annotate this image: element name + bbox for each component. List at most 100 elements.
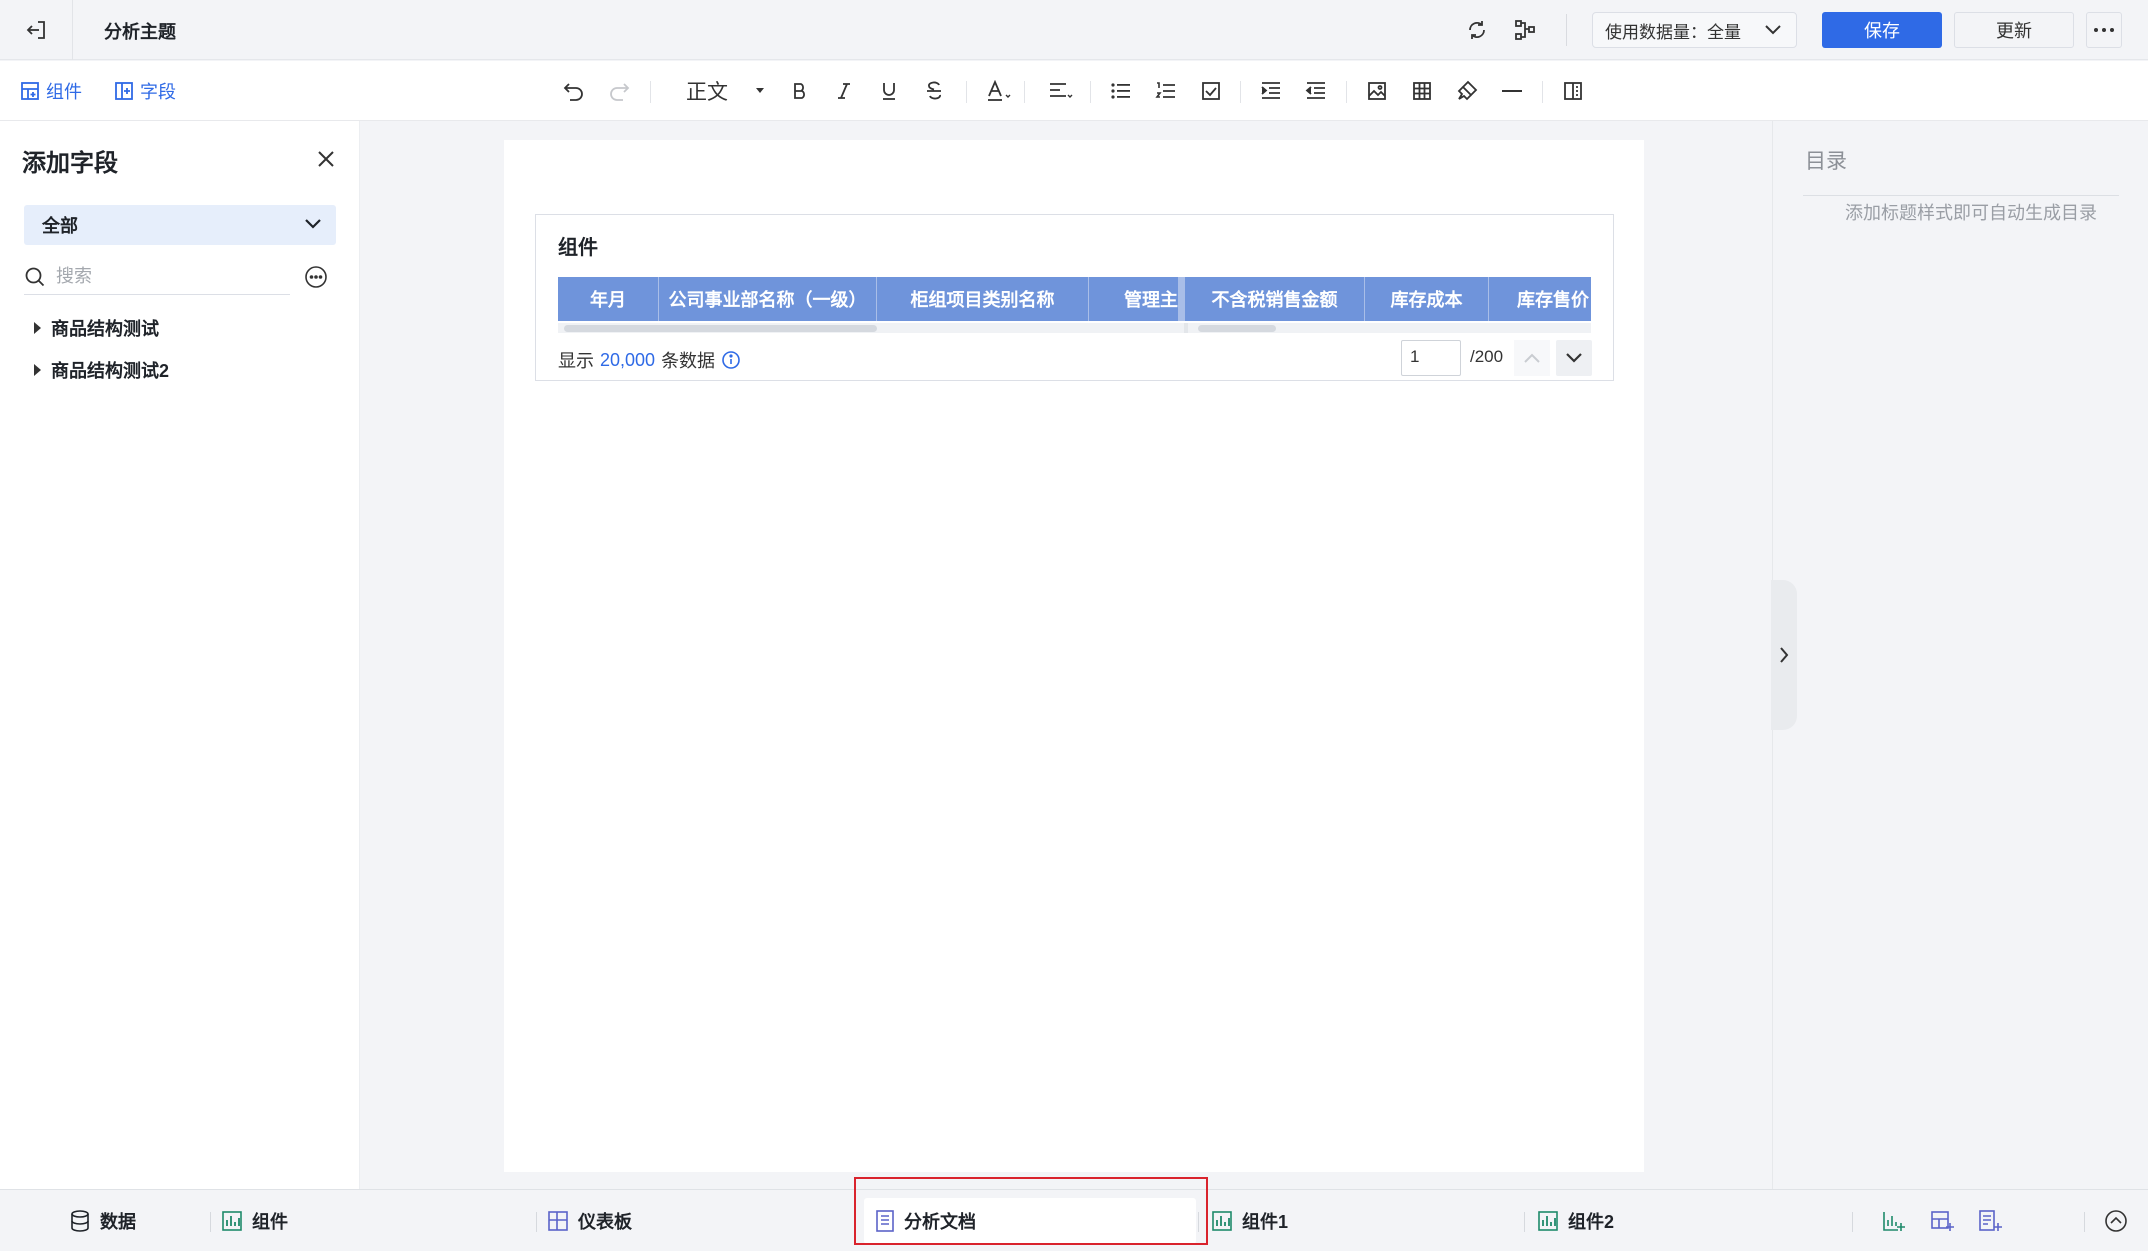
- page-break-button[interactable]: [1556, 75, 1590, 107]
- numbered-list-button[interactable]: [1149, 75, 1183, 107]
- column-header[interactable]: 柜组项目类别名称: [877, 277, 1089, 321]
- checklist-button[interactable]: [1194, 75, 1228, 107]
- tab-component1[interactable]: 组件1: [1212, 1190, 1288, 1251]
- tree-item-label: 商品结构测试: [51, 319, 159, 339]
- tree-item[interactable]: 商品结构测试: [34, 313, 159, 343]
- tree-item[interactable]: 商品结构测试2: [34, 355, 169, 385]
- table-icon: [1413, 82, 1431, 100]
- caret-down-icon: [756, 88, 764, 93]
- tab-component2[interactable]: 组件2: [1538, 1190, 1614, 1251]
- tab-component1-label: 组件1: [1242, 1212, 1289, 1232]
- table-widget[interactable]: 组件 年月 公司事业部名称（一级） 柜组项目类别名称 管理主 不含税销售金额 库…: [535, 214, 1614, 381]
- bold-button[interactable]: [783, 75, 817, 107]
- toc-title: 目录: [1805, 150, 1847, 173]
- component-icon: [21, 82, 39, 100]
- add-document-button[interactable]: [1974, 1206, 2006, 1236]
- chevron-down-icon: [1765, 25, 1781, 35]
- tab-data-label: 数据: [100, 1212, 136, 1232]
- scrollbar-thumb[interactable]: [564, 325, 877, 332]
- column-header[interactable]: 管理主: [1089, 277, 1179, 321]
- undo-button[interactable]: [557, 75, 591, 107]
- redo-button[interactable]: [602, 75, 636, 107]
- column-header[interactable]: 公司事业部名称（一级）: [659, 277, 877, 321]
- refresh-button[interactable]: [1460, 14, 1494, 46]
- outdent-button[interactable]: [1299, 75, 1333, 107]
- row-count-suffix: 条数据: [661, 351, 716, 371]
- format-painter-icon: [1457, 80, 1478, 101]
- dataset-filter-value: 全部: [42, 216, 78, 236]
- column-header[interactable]: 库存售价: [1489, 277, 1591, 321]
- column-header[interactable]: 不含税销售金额: [1185, 277, 1365, 321]
- tab-component[interactable]: 组件: [222, 1190, 288, 1251]
- tab-component-label: 组件: [46, 82, 82, 102]
- previous-page-button[interactable]: [1514, 340, 1550, 376]
- text-style-select[interactable]: 正文: [672, 75, 772, 107]
- chart-icon: [1212, 1211, 1232, 1231]
- horizontal-scrollbar[interactable]: [558, 323, 1591, 333]
- image-icon: [1368, 82, 1386, 100]
- search-input[interactable]: [56, 266, 256, 287]
- add-dashboard-icon: [1931, 1211, 1954, 1231]
- tab-dashboard[interactable]: 仪表板: [548, 1190, 632, 1251]
- field-options-button[interactable]: [302, 263, 330, 291]
- tab-data[interactable]: 数据: [70, 1190, 136, 1251]
- insert-table-button[interactable]: [1405, 75, 1439, 107]
- strikethrough-button[interactable]: [917, 75, 951, 107]
- indent-button[interactable]: [1254, 75, 1288, 107]
- field-search: [24, 259, 290, 295]
- field-icon: [115, 82, 133, 100]
- outdent-icon: [1305, 82, 1325, 99]
- add-component-button[interactable]: [1878, 1206, 1910, 1236]
- text-style-value: 正文: [686, 81, 728, 104]
- scrollbar-divider: [1184, 323, 1188, 333]
- tab-field[interactable]: 字段: [114, 75, 176, 107]
- checklist-icon: [1202, 82, 1220, 100]
- toolbar-divider: [1024, 81, 1025, 103]
- undo-icon: [563, 83, 583, 101]
- close-button[interactable]: [310, 143, 342, 175]
- chevron-down-icon: [1566, 353, 1582, 363]
- save-button[interactable]: 保存: [1822, 12, 1942, 48]
- expand-tabs-button[interactable]: [2100, 1206, 2132, 1236]
- bullet-list-button[interactable]: [1104, 75, 1138, 107]
- lineage-icon: [1515, 20, 1535, 40]
- exit-button[interactable]: [16, 14, 56, 46]
- tab-divider: [2084, 1212, 2085, 1232]
- format-painter-button[interactable]: [1450, 75, 1484, 107]
- toolbar-divider: [650, 81, 651, 103]
- row-count-info: 显示 20,000 条数据: [558, 347, 741, 373]
- chevron-down-icon: [305, 219, 321, 229]
- next-page-button[interactable]: [1556, 340, 1592, 376]
- dataset-filter-select[interactable]: 全部: [24, 205, 336, 245]
- italic-button[interactable]: [827, 75, 861, 107]
- add-dashboard-button[interactable]: [1926, 1206, 1958, 1236]
- divider: [1566, 14, 1567, 46]
- update-button[interactable]: 更新: [1954, 12, 2074, 48]
- underline-button[interactable]: [872, 75, 906, 107]
- tab-dashboard-label: 仪表板: [578, 1212, 632, 1232]
- horizontal-rule-button[interactable]: [1495, 75, 1529, 107]
- dashboard-icon: [548, 1211, 568, 1231]
- scrollbar-thumb[interactable]: [1198, 325, 1276, 332]
- font-color-button[interactable]: [982, 75, 1016, 107]
- page-number-input[interactable]: 1: [1401, 340, 1461, 376]
- column-header[interactable]: 年月: [558, 277, 659, 321]
- info-icon[interactable]: [721, 350, 741, 370]
- more-circle-icon: [305, 266, 327, 288]
- page-total: /200: [1470, 347, 1504, 366]
- chart-icon: [222, 1211, 242, 1231]
- column-header[interactable]: 库存成本: [1365, 277, 1489, 321]
- toc-collapse-handle[interactable]: [1771, 580, 1797, 730]
- active-tab-highlight: [854, 1177, 1208, 1245]
- database-icon: [71, 1210, 89, 1232]
- align-button[interactable]: [1044, 75, 1078, 107]
- more-button[interactable]: [2086, 12, 2122, 48]
- insert-image-button[interactable]: [1360, 75, 1394, 107]
- toc-panel: 目录 添加标题样式即可自动生成目录: [1772, 121, 2148, 1189]
- tab-component[interactable]: 组件: [20, 75, 82, 107]
- redo-icon: [610, 83, 630, 101]
- table-header: 年月 公司事业部名称（一级） 柜组项目类别名称 管理主 不含税销售金额 库存成本…: [558, 277, 1591, 321]
- tab-component-label: 组件: [252, 1212, 288, 1232]
- lineage-button[interactable]: [1508, 14, 1542, 46]
- data-volume-select[interactable]: 使用数据量：全量: [1592, 12, 1797, 48]
